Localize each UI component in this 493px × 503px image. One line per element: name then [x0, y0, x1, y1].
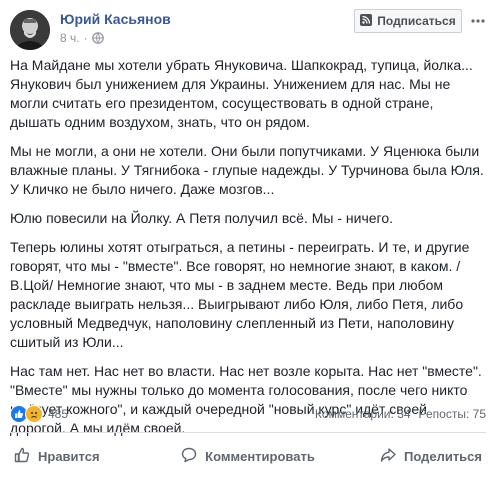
avatar[interactable]	[10, 10, 50, 50]
share-button[interactable]: Поделиться	[326, 440, 486, 472]
share-label: Поделиться	[403, 448, 482, 464]
action-bar: Нравится Комментировать Поделиться	[10, 440, 486, 472]
reactions-count[interactable]: 485	[48, 407, 68, 421]
post-time[interactable]: 8 ч.	[60, 31, 80, 45]
post-meta: 8 ч. ·	[60, 31, 104, 45]
post-paragraph: Нас там нет. Нас нет во власти. Нас нет …	[10, 363, 482, 436]
globe-icon	[91, 32, 104, 44]
sad-icon	[25, 405, 43, 423]
author-name[interactable]: Юрий Касьянов	[60, 11, 171, 27]
post-paragraph: Мы не могли, а они не хотели. Они были п…	[10, 143, 484, 197]
subscribe-button[interactable]: Подписаться	[354, 9, 462, 33]
comment-button[interactable]: Комментировать	[170, 440, 326, 472]
comment-label: Комментировать	[205, 448, 315, 464]
post-card: Юрий Касьянов 8 ч. · Подписаться На Майд…	[0, 0, 493, 503]
like-button[interactable]: Нравится	[10, 440, 170, 472]
subscribe-label: Подписаться	[377, 14, 456, 28]
reposts-count[interactable]: Репосты: 75	[419, 407, 486, 421]
post-text: На Майдане мы хотели убрать Януковича. Ш…	[10, 56, 486, 448]
post-paragraph: На Майдане мы хотели убрать Януковича. Ш…	[10, 57, 473, 130]
reactions-summary[interactable]	[10, 405, 43, 423]
post-paragraph: Теперь юлины хотят отыграться, а петины …	[10, 239, 470, 350]
rss-icon	[360, 13, 373, 29]
like-label: Нравится	[38, 448, 100, 464]
post-stats: 485 Комментарии: 34 Репосты: 75	[10, 404, 486, 424]
share-icon	[380, 447, 396, 466]
comment-icon	[181, 447, 197, 466]
more-icon[interactable]	[470, 13, 486, 29]
comments-count[interactable]: Комментарии: 34	[315, 407, 411, 421]
like-outline-icon	[14, 447, 30, 466]
divider	[10, 432, 486, 433]
post-paragraph: Юлю повесили на Йолку. А Петя получил вс…	[10, 210, 393, 226]
